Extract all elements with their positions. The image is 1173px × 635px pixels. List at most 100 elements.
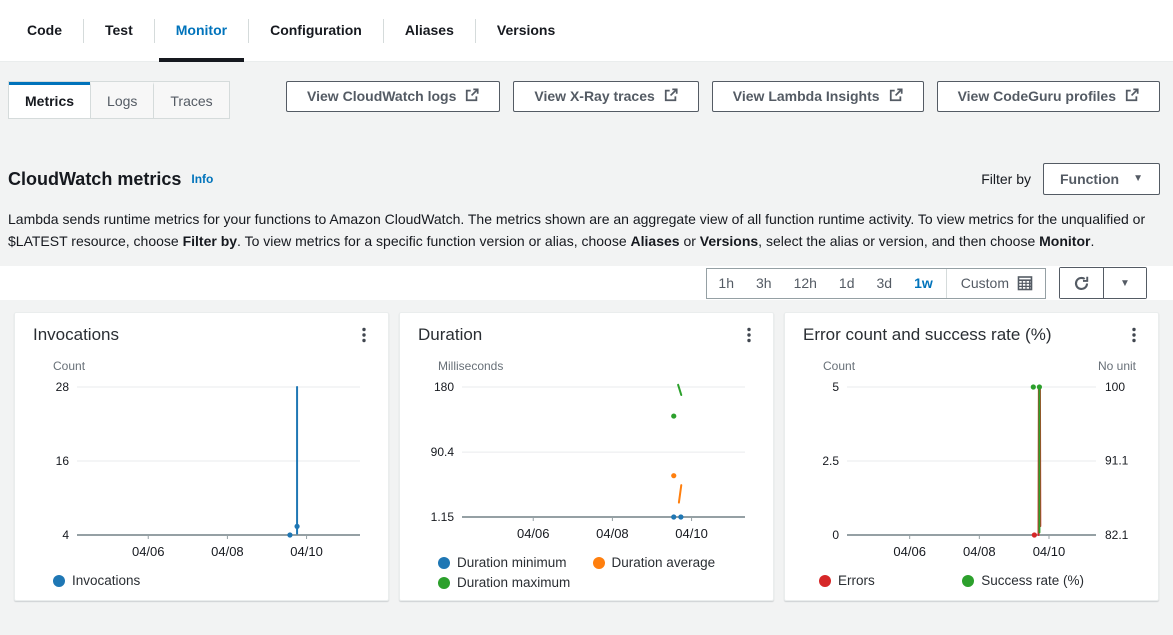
invocations-panel: Invocations Count 2816404/0604/0804/10 I…: [14, 312, 389, 601]
svg-text:04/08: 04/08: [963, 544, 996, 559]
legend-label: Duration minimum: [457, 555, 567, 570]
time-range-bar: 1h 3h 12h 1d 3d 1w Custom ▼: [0, 266, 1173, 300]
tab-label: Configuration: [270, 22, 362, 38]
left-axis-unit: Count: [823, 359, 855, 373]
legend-label: Invocations: [72, 573, 140, 588]
external-link-icon: [1125, 88, 1139, 105]
panel-header: Duration: [418, 325, 755, 345]
kebab-menu-icon[interactable]: [743, 325, 755, 345]
view-xray-traces-button[interactable]: View X-Ray traces: [513, 81, 698, 112]
metrics-description: Lambda sends runtime metrics for your fu…: [8, 208, 1165, 252]
left-axis-unit: Milliseconds: [438, 359, 503, 373]
svg-text:04/06: 04/06: [893, 544, 926, 559]
chart-plot: 52.5010091.182.104/0604/0804/10: [803, 379, 1140, 563]
legend-item[interactable]: Errors: [819, 573, 875, 588]
svg-text:04/06: 04/06: [132, 544, 165, 559]
legend-item[interactable]: Invocations: [53, 573, 140, 588]
tab-code[interactable]: Code: [6, 0, 83, 62]
invocations-chart: 2816404/0604/0804/10: [33, 379, 370, 568]
refresh-options-dropdown[interactable]: ▼: [1103, 268, 1146, 298]
svg-text:16: 16: [56, 454, 70, 468]
filter-by-group: Filter by Function ▼: [981, 163, 1165, 195]
svg-text:82.1: 82.1: [1105, 528, 1129, 542]
tab-label: Code: [27, 22, 62, 38]
legend-marker-icon: [819, 575, 831, 587]
svg-text:04/08: 04/08: [211, 544, 244, 559]
calendar-icon: [1017, 275, 1033, 291]
function-tabbar: Code Test Monitor Configuration Aliases …: [0, 0, 1173, 62]
range-custom[interactable]: Custom: [949, 275, 1045, 291]
button-label: View CloudWatch logs: [307, 88, 456, 104]
chart-title: Duration: [418, 325, 482, 345]
range-1w[interactable]: 1w: [903, 269, 944, 298]
filter-by-value: Function: [1060, 171, 1119, 187]
range-3d[interactable]: 3d: [866, 269, 904, 298]
svg-text:0: 0: [832, 528, 839, 542]
button-label: View Lambda Insights: [733, 88, 880, 104]
subtab-logs[interactable]: Logs: [90, 82, 153, 118]
legend-item[interactable]: Success rate (%): [962, 573, 1084, 588]
svg-text:90.4: 90.4: [431, 445, 455, 459]
right-axis-unit: No unit: [1098, 359, 1136, 373]
panel-header: Error count and success rate (%): [803, 325, 1140, 345]
chart-title: Invocations: [33, 325, 119, 345]
subtab-metrics[interactable]: Metrics: [9, 82, 90, 118]
tab-label: Test: [105, 22, 133, 38]
external-actions: View CloudWatch logs View X-Ray traces V…: [286, 81, 1165, 112]
range-12h[interactable]: 12h: [783, 269, 828, 298]
legend-marker-icon: [438, 577, 450, 589]
legend-label: Duration average: [612, 555, 716, 570]
custom-label: Custom: [961, 275, 1009, 291]
range-divider: [946, 269, 947, 298]
legend-marker-icon: [53, 575, 65, 587]
svg-text:1.15: 1.15: [431, 510, 455, 524]
legend-item[interactable]: Duration average: [593, 555, 716, 570]
chart-plot: 2816404/0604/0804/10: [33, 379, 370, 563]
tab-label: Aliases: [405, 22, 454, 38]
refresh-control: ▼: [1059, 267, 1147, 299]
legend-marker-icon: [438, 557, 450, 569]
svg-text:04/10: 04/10: [675, 526, 708, 541]
duration-chart: 18090.41.1504/0604/0804/10: [418, 379, 755, 550]
tab-label: Versions: [497, 22, 555, 38]
external-link-icon: [664, 88, 678, 105]
metrics-logs-traces-control: Metrics Logs Traces: [8, 81, 230, 119]
axis-unit-row: Count: [33, 359, 370, 373]
svg-text:04/08: 04/08: [596, 526, 629, 541]
tab-test[interactable]: Test: [84, 0, 154, 62]
range-3h[interactable]: 3h: [745, 269, 783, 298]
info-link[interactable]: Info: [191, 172, 213, 186]
time-range-group: 1h 3h 12h 1d 3d 1w Custom: [706, 268, 1046, 299]
duration-panel: Duration Milliseconds 18090.41.1504/0604…: [399, 312, 774, 601]
subtab-traces[interactable]: Traces: [153, 82, 228, 118]
legend-item[interactable]: Duration minimum: [438, 555, 567, 570]
range-1d[interactable]: 1d: [828, 269, 866, 298]
tab-label: Monitor: [176, 22, 227, 38]
chart-legend: Invocations: [33, 573, 370, 588]
axis-unit-row: Milliseconds: [418, 359, 755, 373]
refresh-button[interactable]: [1060, 268, 1103, 298]
tab-versions[interactable]: Versions: [476, 0, 576, 62]
tab-monitor[interactable]: Monitor: [155, 0, 248, 62]
legend-marker-icon: [962, 575, 974, 587]
chart-plot: 18090.41.1504/0604/0804/10: [418, 379, 755, 545]
axis-unit-row: Count No unit: [803, 359, 1140, 373]
caret-down-icon: ▼: [1120, 278, 1130, 289]
filter-by-dropdown[interactable]: Function ▼: [1043, 163, 1160, 195]
kebab-menu-icon[interactable]: [358, 325, 370, 345]
legend-item[interactable]: Duration maximum: [438, 575, 570, 590]
view-cloudwatch-logs-button[interactable]: View CloudWatch logs: [286, 81, 500, 112]
kebab-menu-icon[interactable]: [1128, 325, 1140, 345]
tab-aliases[interactable]: Aliases: [384, 0, 475, 62]
range-1h[interactable]: 1h: [707, 269, 745, 298]
svg-text:2.5: 2.5: [822, 454, 839, 468]
caret-down-icon: ▼: [1133, 173, 1143, 184]
tab-configuration[interactable]: Configuration: [249, 0, 383, 62]
filter-by-label: Filter by: [981, 171, 1031, 187]
external-link-icon: [465, 88, 479, 105]
svg-text:28: 28: [56, 380, 70, 394]
view-lambda-insights-button[interactable]: View Lambda Insights: [712, 81, 924, 112]
legend-label: Duration maximum: [457, 575, 570, 590]
view-codeguru-profiles-button[interactable]: View CodeGuru profiles: [937, 81, 1160, 112]
external-link-icon: [889, 88, 903, 105]
